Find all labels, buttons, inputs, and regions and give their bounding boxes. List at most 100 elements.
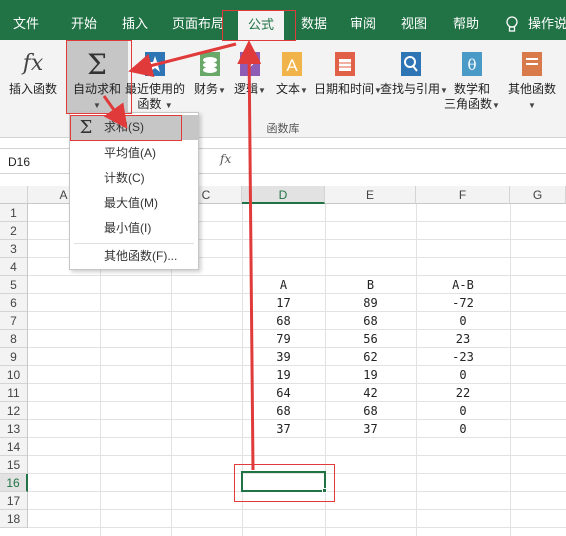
- table-cell[interactable]: 23: [416, 330, 510, 348]
- math-trig-button[interactable]: θ 数学和 三角函数▼: [444, 40, 500, 116]
- tab-view[interactable]: 视图: [394, 12, 434, 36]
- menu-item-average[interactable]: 平均值(A): [71, 141, 198, 166]
- svg-text:θ: θ: [467, 56, 476, 74]
- table-cell[interactable]: 0: [416, 366, 510, 384]
- table-cell[interactable]: 68: [242, 402, 325, 420]
- row-header-3[interactable]: 3: [0, 240, 28, 258]
- financial-button[interactable]: 财务▼: [190, 40, 230, 116]
- text-functions-button[interactable]: A 文本▼: [272, 40, 312, 116]
- table-cell[interactable]: 17: [242, 294, 325, 312]
- table-cell[interactable]: 0: [416, 312, 510, 330]
- row-header-2[interactable]: 2: [0, 222, 28, 240]
- row-header-15[interactable]: 15: [0, 456, 28, 474]
- table-cell[interactable]: 37: [242, 420, 325, 438]
- table-cell[interactable]: 0: [416, 420, 510, 438]
- column-header-g[interactable]: G: [510, 186, 566, 204]
- table-cell[interactable]: 89: [325, 294, 416, 312]
- column-header-d[interactable]: D: [242, 186, 325, 204]
- recently-used-button[interactable]: 最近使用的 函数 ▼: [124, 40, 186, 116]
- table-cell[interactable]: 19: [325, 366, 416, 384]
- insert-function-label: 插入函数: [8, 82, 57, 96]
- group-label-function-library: 函数库: [266, 123, 300, 135]
- datetime-button[interactable]: 日期和时间▼: [314, 40, 382, 116]
- recently-used-label-2: 函数 ▼: [124, 97, 186, 113]
- annotation-box-formulas-tab: [222, 10, 296, 41]
- lookup-label: 查找与引用▼: [380, 82, 448, 98]
- column-header-f[interactable]: F: [416, 186, 510, 204]
- annotation-box-autosum: [66, 40, 132, 114]
- row-header-16[interactable]: 16: [0, 474, 28, 492]
- table-cell[interactable]: -72: [416, 294, 510, 312]
- row-header-11[interactable]: 11: [0, 384, 28, 402]
- lookup-button[interactable]: 查找与引用▼: [380, 40, 448, 116]
- menu-item-count[interactable]: 计数(C): [71, 166, 198, 191]
- row-divider: [28, 527, 566, 528]
- table-cell[interactable]: 79: [242, 330, 325, 348]
- row-header-17[interactable]: 17: [0, 492, 28, 510]
- row-header-10[interactable]: 10: [0, 366, 28, 384]
- table-cell[interactable]: 68: [242, 312, 325, 330]
- row-header-14[interactable]: 14: [0, 438, 28, 456]
- math-trig-label: 数学和: [453, 82, 490, 96]
- table-cell[interactable]: -23: [416, 348, 510, 366]
- row-header-4[interactable]: 4: [0, 258, 28, 276]
- table-cell[interactable]: 64: [242, 384, 325, 402]
- financial-label-text: 财务: [194, 82, 219, 96]
- lightbulb-icon[interactable]: [505, 16, 519, 34]
- table-cell[interactable]: 68: [325, 312, 416, 330]
- row-header-8[interactable]: 8: [0, 330, 28, 348]
- menu-item-more-functions[interactable]: 其他函数(F)...: [71, 244, 198, 269]
- table-cell[interactable]: 42: [325, 384, 416, 402]
- table-cell[interactable]: 22: [416, 384, 510, 402]
- recently-used-label: 最近使用的: [124, 82, 185, 96]
- tab-file[interactable]: 文件: [6, 12, 46, 36]
- row-divider: [28, 455, 566, 456]
- calendar-icon: [335, 52, 355, 76]
- financial-label: 财务▼: [190, 82, 230, 98]
- row-header-13[interactable]: 13: [0, 420, 28, 438]
- row-header-5[interactable]: 5: [0, 276, 28, 294]
- more-book-icon: [522, 52, 542, 76]
- table-header-cell[interactable]: A: [242, 276, 325, 294]
- table-cell[interactable]: 39: [242, 348, 325, 366]
- row-header-18[interactable]: 18: [0, 510, 28, 528]
- tab-data[interactable]: 数据: [292, 12, 336, 36]
- logical-button[interactable]: ? 逻辑▼: [232, 40, 268, 116]
- menu-item-average-label: 平均值(A): [104, 146, 156, 160]
- select-all-corner[interactable]: [0, 186, 28, 204]
- row-header-9[interactable]: 9: [0, 348, 28, 366]
- star-book-icon: [145, 52, 165, 76]
- name-box[interactable]: D16: [8, 153, 78, 171]
- tab-home[interactable]: 开始: [62, 12, 106, 36]
- tab-help[interactable]: 帮助: [446, 12, 486, 36]
- row-header-6[interactable]: 6: [0, 294, 28, 312]
- tab-insert[interactable]: 插入: [114, 12, 156, 36]
- row-header-1[interactable]: 1: [0, 204, 28, 222]
- math-trig-label-2: 三角函数▼: [444, 97, 500, 113]
- math-trig-label-2-text: 三角函数: [444, 97, 493, 111]
- row-header-12[interactable]: 12: [0, 402, 28, 420]
- recently-used-label-2-text: 函数: [137, 97, 162, 111]
- menu-item-max[interactable]: 最大值(M): [71, 191, 198, 216]
- column-header-e[interactable]: E: [325, 186, 416, 204]
- text-a-icon: A: [282, 52, 302, 76]
- table-header-cell[interactable]: B: [325, 276, 416, 294]
- table-cell[interactable]: 37: [325, 420, 416, 438]
- svg-text:A: A: [286, 56, 298, 75]
- more-functions-button[interactable]: 其他函数 ▼: [502, 40, 562, 116]
- table-cell[interactable]: 68: [325, 402, 416, 420]
- insert-function-button[interactable]: fx 插入函数: [4, 40, 62, 116]
- chevron-down-icon: ▼: [164, 101, 173, 110]
- tab-tell-me[interactable]: 操作说: [528, 12, 566, 36]
- menu-item-min[interactable]: 最小值(I): [71, 216, 198, 241]
- tab-page-layout[interactable]: 页面布局: [166, 12, 230, 36]
- tab-review[interactable]: 审阅: [342, 12, 384, 36]
- table-cell[interactable]: 56: [325, 330, 416, 348]
- menu-item-min-label: 最小值(I): [104, 221, 152, 235]
- row-header-7[interactable]: 7: [0, 312, 28, 330]
- table-cell[interactable]: 19: [242, 366, 325, 384]
- table-header-cell[interactable]: A-B: [416, 276, 510, 294]
- fx-icon[interactable]: fx: [220, 152, 236, 170]
- table-cell[interactable]: 0: [416, 402, 510, 420]
- table-cell[interactable]: 62: [325, 348, 416, 366]
